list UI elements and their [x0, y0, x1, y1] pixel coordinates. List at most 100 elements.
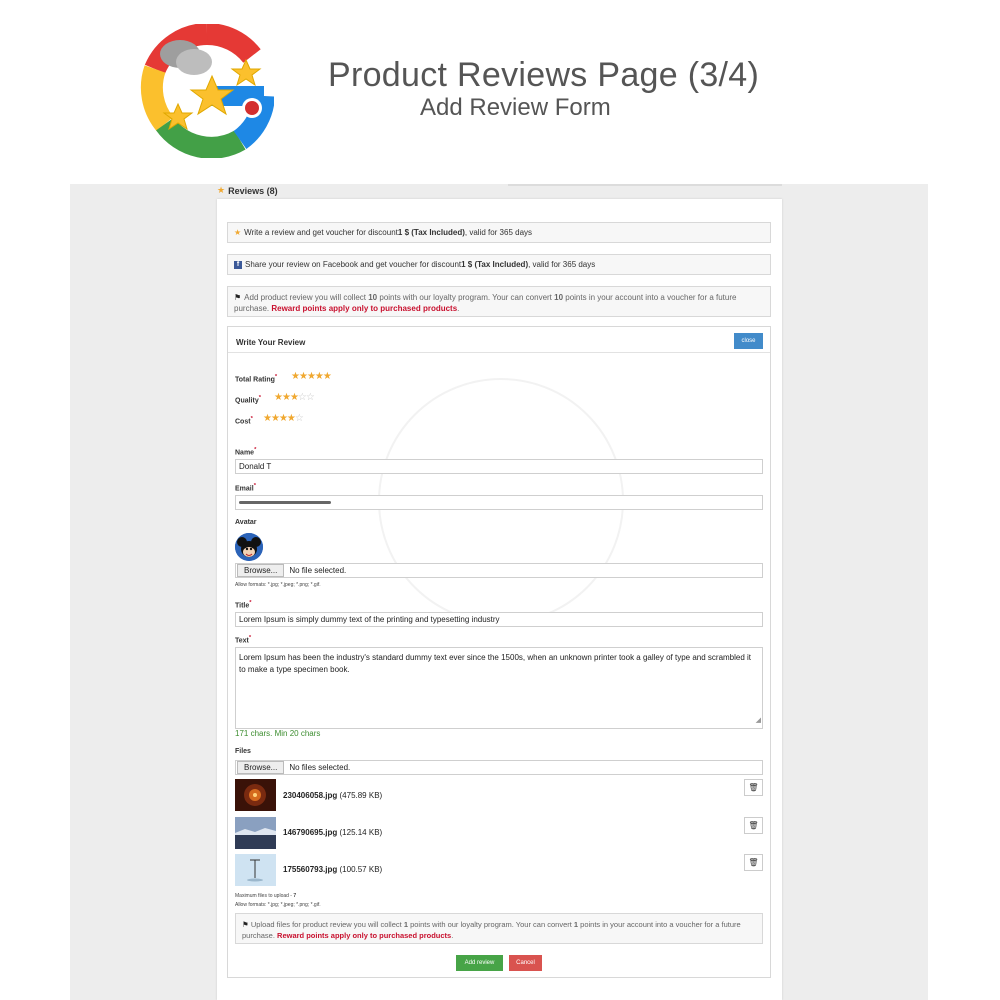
browse-button[interactable]: Browse...	[237, 564, 285, 577]
avatar-label: Avatar	[235, 519, 257, 526]
star-icon[interactable]: ★	[323, 371, 332, 382]
quality-stars[interactable]: ★★★☆☆	[274, 392, 315, 403]
required-mark: *	[254, 447, 257, 453]
note-text: Upload files for product review you will…	[250, 920, 404, 929]
loyalty-note: ⚑ Add product review you will collect 10 …	[227, 286, 771, 317]
cost-label: Cost*	[235, 416, 253, 425]
note-points: 10	[368, 293, 378, 302]
file-thumbnail	[235, 779, 276, 811]
star-icon[interactable]: ★	[290, 392, 299, 403]
divider	[508, 184, 782, 186]
total-rating-stars[interactable]: ★★★★★	[291, 371, 332, 382]
max-files-value: 7	[293, 893, 297, 899]
resize-handle-icon[interactable]: ◢	[756, 715, 761, 727]
note-text: , valid for 365 days	[464, 228, 533, 237]
required-mark: *	[248, 635, 252, 641]
delete-file-button[interactable]: 🗑	[744, 817, 763, 834]
delete-file-button[interactable]: 🗑	[744, 779, 763, 796]
facebook-voucher-note: f Share your review on Facebook and get …	[227, 254, 771, 275]
review-text-area[interactable]: Lorem Ipsum has been the industry's stan…	[235, 647, 763, 729]
note-text: Add product review you will collect	[244, 293, 369, 302]
file-name: 175560793.jpg (100.57 KB)	[283, 865, 382, 874]
star-icon[interactable]: ★	[287, 413, 296, 424]
upload-loyalty-note: ⚑ Upload files for product review you wi…	[235, 913, 763, 944]
email-input[interactable]	[235, 495, 763, 510]
reviews-tab-label: Reviews (8)	[228, 185, 278, 196]
label-text: Name	[235, 449, 255, 457]
add-review-button[interactable]: Add review	[456, 955, 503, 971]
star-icon[interactable]: ★	[299, 371, 308, 382]
file-name: 230406058.jpg (475.89 KB)	[283, 791, 382, 800]
star-empty-icon[interactable]: ☆	[298, 392, 307, 403]
email-label: Email*	[235, 483, 256, 492]
page: Product Reviews Page (3/4) Add Review Fo…	[0, 0, 1000, 1000]
title-input[interactable]: Lorem Ipsum is simply dummy text of the …	[235, 612, 763, 627]
name-input[interactable]: Donald T	[235, 459, 763, 474]
star-icon[interactable]: ★	[271, 413, 280, 424]
reviews-tab[interactable]: ★ Reviews (8)	[217, 185, 278, 196]
note-text: points with our loyalty program. Your ca…	[407, 920, 574, 929]
total-rating-label: Total Rating*	[235, 374, 277, 383]
file-size: (125.14 KB)	[339, 828, 383, 837]
star-empty-icon[interactable]: ☆	[306, 392, 315, 403]
required-mark: *	[274, 374, 278, 380]
name-value: Donald T	[239, 462, 272, 471]
label-text: Quality	[235, 397, 259, 405]
redacted-email	[239, 501, 331, 504]
trash-icon: 🗑	[748, 858, 759, 867]
label-text: Title	[235, 602, 250, 610]
hint-text: Maximum files to upload -	[235, 893, 294, 899]
browse-button[interactable]: Browse...	[237, 761, 285, 774]
star-icon[interactable]: ★	[263, 413, 272, 424]
label-text: Total Rating	[235, 376, 275, 384]
title-label: Title*	[235, 600, 252, 609]
star-icon[interactable]: ★	[315, 371, 324, 382]
trash-icon: 🗑	[748, 821, 759, 830]
star-icon: ★	[234, 228, 242, 237]
star-icon: ★	[217, 185, 226, 195]
required-mark: *	[250, 416, 253, 422]
google-reviews-logo-icon	[140, 24, 274, 158]
label-text: Email	[235, 485, 254, 493]
required-mark: *	[253, 483, 256, 489]
text-label: Text*	[235, 635, 251, 644]
star-icon[interactable]: ★	[282, 392, 291, 403]
max-files-hint: Maximum files to upload - 7	[235, 893, 296, 899]
file-name-text: 175560793.jpg	[283, 865, 338, 874]
note-warning: Reward points apply only to purchased pr…	[277, 931, 452, 940]
files-input[interactable]: Browse... No files selected.	[235, 760, 763, 775]
trash-icon: 🗑	[748, 783, 759, 792]
cancel-button[interactable]: Cancel	[509, 955, 542, 971]
file-status: No files selected.	[289, 763, 351, 772]
note-text: , valid for 365 days	[528, 260, 596, 269]
file-size: (100.57 KB)	[339, 865, 383, 874]
title-value: Lorem Ipsum is simply dummy text of the …	[239, 615, 500, 624]
star-icon[interactable]: ★	[279, 413, 288, 424]
label-text: Text	[235, 637, 249, 645]
star-icon[interactable]: ★	[307, 371, 316, 382]
files-label: Files	[235, 748, 251, 755]
star-icon[interactable]: ★	[291, 371, 300, 382]
star-icon[interactable]: ★	[274, 392, 283, 403]
flag-icon: ⚑	[234, 293, 242, 302]
avatar-formats-hint: Allow formats: *.jpg; *.jpeg; *.png; *.g…	[235, 582, 321, 588]
delete-file-button[interactable]: 🗑	[744, 854, 763, 871]
avatar-file-input[interactable]: Browse... No file selected.	[235, 563, 763, 578]
star-empty-icon[interactable]: ☆	[295, 413, 304, 424]
note-text: .	[451, 931, 454, 940]
quality-label: Quality*	[235, 395, 261, 404]
banner-subtitle: Add Review Form	[420, 94, 611, 121]
required-mark: *	[249, 600, 252, 606]
note-points: 10	[554, 293, 564, 302]
file-name-text: 230406058.jpg	[283, 791, 338, 800]
file-name: 146790695.jpg (125.14 KB)	[283, 828, 382, 837]
form-header: Write Your Review close	[228, 327, 770, 353]
note-text: Write a review and get voucher for disco…	[244, 228, 398, 237]
label-text: Cost	[235, 418, 251, 426]
cost-stars[interactable]: ★★★★☆	[263, 413, 304, 424]
file-formats-hint: Allow formats: *.jpg; *.jpeg; *.png; *.g…	[235, 902, 321, 908]
close-button[interactable]: close	[734, 333, 763, 349]
required-mark: *	[258, 395, 262, 401]
file-thumbnail	[235, 817, 276, 849]
note-warning: Reward points apply only to purchased pr…	[271, 304, 458, 313]
